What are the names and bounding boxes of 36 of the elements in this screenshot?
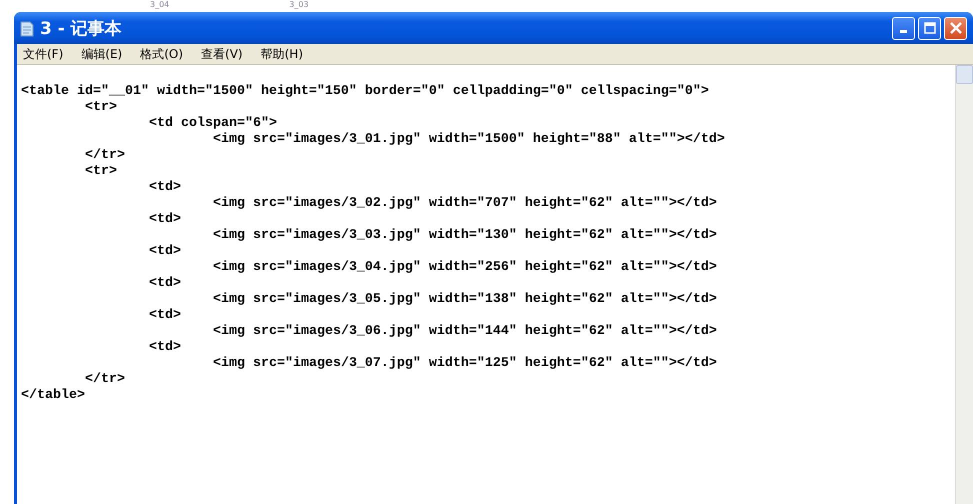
- code-line: <td>: [148, 276, 181, 292]
- notepad-icon: [20, 20, 34, 36]
- background-label: 3_04: [150, 0, 170, 10]
- code-line: <tr>: [84, 100, 117, 116]
- code-line: <img src="images/3_06.jpg" width="144" height="62" alt=""></td>: [212, 324, 717, 340]
- code-line: <img src="images/3_02.jpg" width="707" height="62" alt=""></td>: [212, 196, 717, 212]
- code-line: <td>: [148, 308, 181, 324]
- code-line: <img src="images/3_04.jpg" width="256" height="62" alt=""></td>: [212, 260, 717, 276]
- maximize-button[interactable]: [918, 16, 941, 40]
- minimize-button[interactable]: [892, 16, 915, 40]
- window-title: 3 - 记事本: [40, 18, 122, 40]
- code-line: <img src="images/3_07.jpg" width="125" height="62" alt=""></td>: [212, 356, 717, 372]
- code-line: <td>: [148, 212, 181, 228]
- code-line: <td>: [148, 180, 181, 196]
- close-icon: [950, 22, 962, 34]
- menu-item[interactable]: 查看(V): [201, 46, 243, 62]
- code-line: </tr>: [84, 372, 125, 388]
- background-label: 3_03: [289, 0, 309, 10]
- menu-item[interactable]: 编辑(E): [81, 46, 122, 62]
- menu-item[interactable]: 文件(F): [23, 46, 64, 62]
- menu-item[interactable]: 帮助(H): [260, 46, 303, 62]
- code-line: <td>: [148, 340, 181, 356]
- code-line: <img src="images/3_03.jpg" width="130" height="62" alt=""></td>: [212, 228, 717, 244]
- code-line: <img src="images/3_05.jpg" width="138" height="62" alt=""></td>: [212, 292, 717, 308]
- code-line: <table id="__01" width="1500" height="150" border="0" cellpadding="0" cellspacing="0">: [21, 84, 709, 100]
- scrollbar[interactable]: [955, 65, 973, 504]
- code-line: <td>: [148, 244, 181, 260]
- code-line: <img src="images/3_01.jpg" width="1500" height="88" alt=""></td>: [212, 132, 725, 148]
- maximize-icon: [924, 22, 936, 34]
- code-line: <td colspan="6">: [148, 116, 277, 132]
- code-line: </table>: [21, 388, 85, 404]
- close-button[interactable]: [944, 16, 967, 40]
- menu-item[interactable]: 格式(O): [140, 46, 184, 62]
- code-line: <tr>: [84, 164, 117, 180]
- code-line: </tr>: [84, 148, 125, 164]
- minimize-icon: [900, 30, 907, 33]
